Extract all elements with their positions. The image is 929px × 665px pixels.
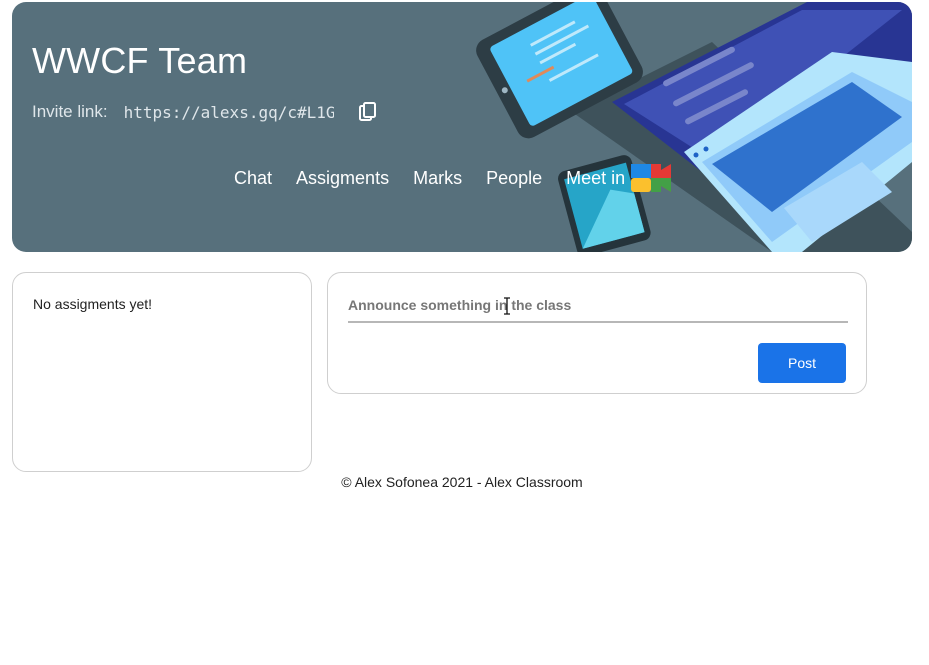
no-assignments-text: No assigments yet!: [33, 296, 153, 312]
nav-assigments[interactable]: Assigments: [296, 168, 389, 189]
footer-text: © Alex Sofonea 2021 - Alex Classroom: [341, 474, 583, 490]
class-title: WWCF Team: [32, 40, 248, 81]
nav-meet[interactable]: Meet in: [566, 164, 672, 192]
class-nav: Chat Assigments Marks People Meet in: [234, 164, 672, 192]
meet-label: Meet in: [566, 167, 626, 188]
announce-card: Post: [327, 272, 867, 394]
class-banner: WWCF Team Invite link: https://alexs.gq/…: [12, 2, 912, 252]
invite-label: Invite link:: [32, 102, 108, 121]
nav-people[interactable]: People: [486, 168, 542, 189]
announce-input[interactable]: [348, 289, 848, 323]
post-button[interactable]: Post: [758, 343, 846, 383]
invite-row: Invite link: https://alexs.gq/c#L1G: [32, 100, 378, 124]
nav-marks[interactable]: Marks: [413, 168, 462, 189]
copy-icon[interactable]: [358, 101, 378, 123]
text-cursor-icon: [504, 297, 510, 315]
invite-link-field[interactable]: https://alexs.gq/c#L1G: [124, 103, 334, 122]
nav-chat[interactable]: Chat: [234, 168, 272, 189]
assignments-card: No assigments yet!: [12, 272, 312, 472]
google-meet-icon: [631, 164, 672, 192]
